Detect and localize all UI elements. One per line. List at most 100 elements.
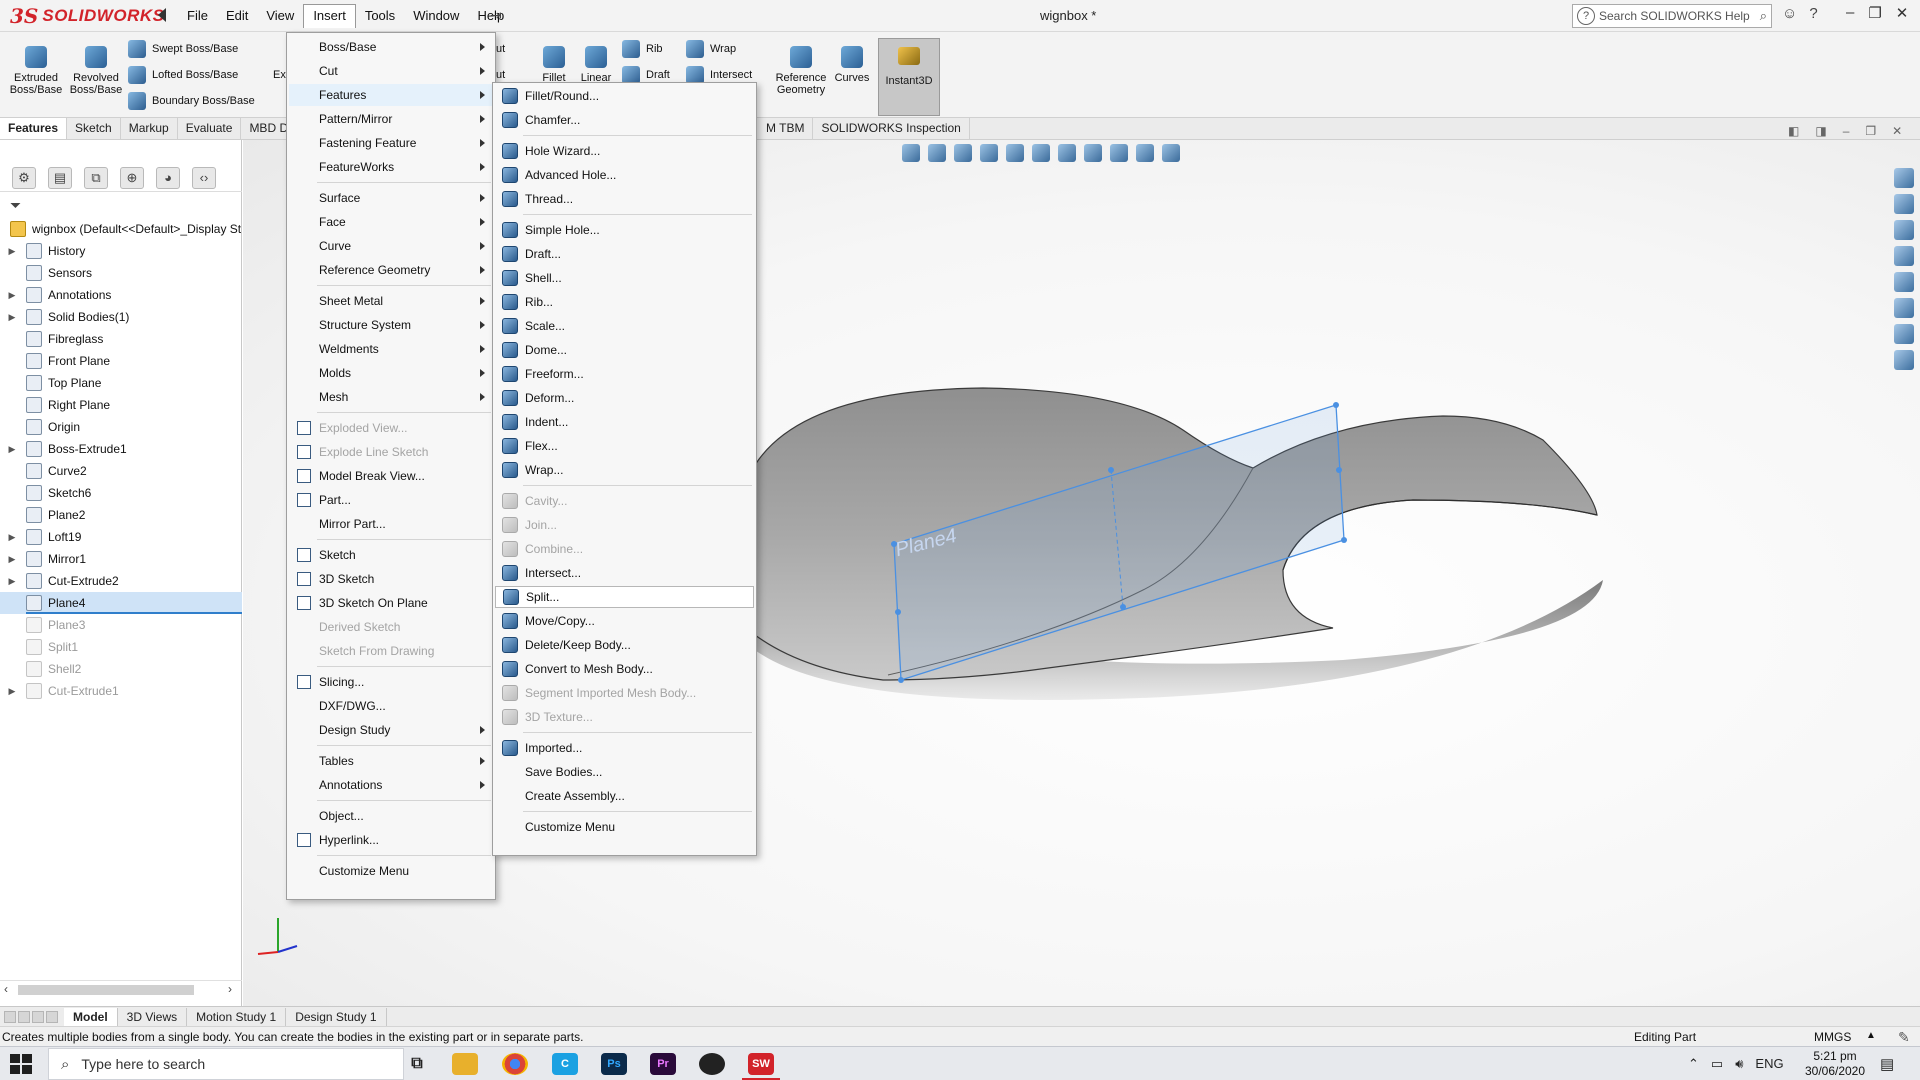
- property-manager-tab-icon[interactable]: ▤: [48, 166, 72, 189]
- viewport-close-icon[interactable]: ✕: [1892, 124, 1902, 138]
- linear-pattern-button[interactable]: Linear: [568, 46, 624, 84]
- menu-item-part[interactable]: Part...: [289, 489, 493, 511]
- expand-arrow-icon[interactable]: ▶: [6, 312, 18, 323]
- hide-show-items-icon[interactable]: [1084, 144, 1102, 162]
- menu-item-annotations[interactable]: Annotations: [289, 774, 493, 796]
- menu-item-boss-base[interactable]: Boss/Base: [289, 36, 493, 58]
- solidworks-logo[interactable]: 3S SOLIDWORKS: [10, 3, 164, 29]
- last-tab-icon[interactable]: [46, 1010, 58, 1023]
- tree-item-origin[interactable]: Origin: [0, 416, 242, 438]
- view-palette-icon[interactable]: [1894, 272, 1914, 292]
- menu-item-deform[interactable]: Deform...: [495, 387, 754, 409]
- tabs-scroll-icon[interactable]: ‹›: [192, 166, 216, 189]
- menu-item-shell[interactable]: Shell...: [495, 267, 754, 289]
- ex-partial-button[interactable]: Ex: [273, 64, 286, 86]
- cut-partial-button[interactable]: ut: [496, 38, 505, 60]
- user-icon[interactable]: ☺: [1782, 5, 1797, 22]
- obs-icon[interactable]: [699, 1053, 725, 1075]
- menu-item-object[interactable]: Object...: [289, 805, 493, 827]
- tab-evaluate[interactable]: Evaluate: [178, 118, 242, 139]
- configuration-manager-tab-icon[interactable]: ⧉: [84, 166, 108, 189]
- plane-handle[interactable]: [1120, 604, 1126, 610]
- menu-item-surface[interactable]: Surface: [289, 187, 493, 209]
- menu-item-dome[interactable]: Dome...: [495, 339, 754, 361]
- tree-item-annotations[interactable]: ▶ Annotations: [0, 284, 242, 306]
- tree-item-solid-bodies-1[interactable]: ▶ Solid Bodies(1): [0, 306, 242, 328]
- expand-arrow-icon[interactable]: ▶: [6, 686, 18, 697]
- lofted-boss-button[interactable]: Lofted Boss/Base: [128, 64, 238, 86]
- bottom-tab-3d-views[interactable]: 3D Views: [118, 1007, 188, 1026]
- display-style-icon[interactable]: [1058, 144, 1076, 162]
- photoshop-icon[interactable]: Ps: [601, 1053, 627, 1075]
- help-search-input[interactable]: ? Search SOLIDWORKS Help ⌕: [1572, 4, 1772, 28]
- camtasia-icon[interactable]: C: [552, 1053, 578, 1075]
- menu-item-chamfer[interactable]: Chamfer...: [495, 109, 754, 131]
- unit-system-selector[interactable]: MMGS: [1814, 1030, 1851, 1044]
- tree-item-plane2[interactable]: Plane2: [0, 504, 242, 526]
- menu-edit[interactable]: Edit: [217, 4, 257, 28]
- notification-icon[interactable]: ▤: [1880, 1055, 1894, 1073]
- tile-right-icon[interactable]: ◨: [1815, 124, 1826, 138]
- section-view-icon[interactable]: [980, 144, 998, 162]
- menu-tools[interactable]: Tools: [356, 4, 404, 28]
- menu-item-create-assembly[interactable]: Create Assembly...: [495, 785, 754, 807]
- edit-appearance-icon[interactable]: [1110, 144, 1128, 162]
- solidworks-taskbar-icon[interactable]: SW: [742, 1053, 780, 1080]
- tree-item-front-plane[interactable]: Front Plane: [0, 350, 242, 372]
- rib-button[interactable]: Rib: [622, 38, 663, 60]
- forum-icon[interactable]: [1894, 350, 1914, 370]
- tree-item-sketch6[interactable]: Sketch6: [0, 482, 242, 504]
- premiere-icon[interactable]: Pr: [650, 1053, 676, 1075]
- tree-item-shell2[interactable]: Shell2: [0, 658, 242, 680]
- tree-item-top-plane[interactable]: Top Plane: [0, 372, 242, 394]
- expand-arrow-icon[interactable]: ▶: [6, 246, 18, 257]
- plane-handle[interactable]: [898, 677, 904, 683]
- dynamic-annotation-icon[interactable]: [1006, 144, 1024, 162]
- scroll-thumb[interactable]: [18, 985, 194, 995]
- clock[interactable]: 5:21 pm 30/06/2020: [1802, 1049, 1868, 1079]
- expand-arrow-icon[interactable]: ▶: [6, 444, 18, 455]
- menu-item-3d-sketch[interactable]: 3D Sketch: [289, 568, 493, 590]
- tab-solidworks-inspection[interactable]: SOLIDWORKS Inspection: [813, 118, 970, 140]
- menu-item-fillet-round[interactable]: Fillet/Round...: [495, 85, 754, 107]
- view-orientation-icon[interactable]: [1032, 144, 1050, 162]
- menu-item-intersect[interactable]: Intersect...: [495, 562, 754, 584]
- tree-item-boss-extrude1[interactable]: ▶ Boss-Extrude1: [0, 438, 242, 460]
- previous-view-icon[interactable]: [954, 144, 972, 162]
- plane-handle[interactable]: [1336, 467, 1342, 473]
- zoom-to-area-icon[interactable]: [928, 144, 946, 162]
- tree-item-fibreglass[interactable]: Fibreglass: [0, 328, 242, 350]
- menu-item-mirror-part[interactable]: Mirror Part...: [289, 513, 493, 535]
- bottom-tab-model[interactable]: Model: [64, 1007, 118, 1026]
- bottom-tab-motion-study-1[interactable]: Motion Study 1: [187, 1007, 287, 1026]
- volume-icon[interactable]: 🔊︎: [1735, 1056, 1743, 1072]
- scroll-left-icon[interactable]: ‹: [4, 982, 8, 996]
- scroll-right-icon[interactable]: ›: [228, 982, 232, 996]
- menu-item-advanced-hole[interactable]: Advanced Hole...: [495, 164, 754, 186]
- menu-item-sheet-metal[interactable]: Sheet Metal: [289, 290, 493, 312]
- tile-left-icon[interactable]: ◧: [1788, 124, 1799, 138]
- menu-item-structure-system[interactable]: Structure System: [289, 314, 493, 336]
- menu-item-customize-menu[interactable]: Customize Menu: [495, 816, 754, 838]
- tree-item-split1[interactable]: Split1: [0, 636, 242, 658]
- swept-boss-button[interactable]: Swept Boss/Base: [128, 38, 238, 60]
- menu-item-featureworks[interactable]: FeatureWorks: [289, 156, 493, 178]
- zoom-to-fit-icon[interactable]: [902, 144, 920, 162]
- display-manager-tab-icon[interactable]: ◕: [156, 166, 180, 189]
- curves-button[interactable]: Curves: [822, 46, 882, 84]
- collapse-menu-arrow-icon[interactable]: [158, 8, 166, 22]
- menu-item-thread[interactable]: Thread...: [495, 188, 754, 210]
- pin-menu-icon[interactable]: ⇥: [490, 7, 502, 24]
- file-explorer-icon[interactable]: [1894, 246, 1914, 266]
- view-settings-icon[interactable]: [1162, 144, 1180, 162]
- menu-item-features[interactable]: Features: [289, 84, 493, 106]
- home-icon[interactable]: [1894, 194, 1914, 214]
- boundary-boss-button[interactable]: Boundary Boss/Base: [128, 90, 255, 112]
- menu-item-weldments[interactable]: Weldments: [289, 338, 493, 360]
- viewport-minimize-icon[interactable]: –: [1843, 124, 1850, 138]
- feature-manager-tab-icon[interactable]: ⚙: [12, 166, 36, 189]
- menu-item-imported[interactable]: Imported...: [495, 737, 754, 759]
- menu-item-rib[interactable]: Rib...: [495, 291, 754, 313]
- revolved-boss-button[interactable]: Revolved Boss/Base: [66, 46, 126, 96]
- menu-item-model-break-view[interactable]: Model Break View...: [289, 465, 493, 487]
